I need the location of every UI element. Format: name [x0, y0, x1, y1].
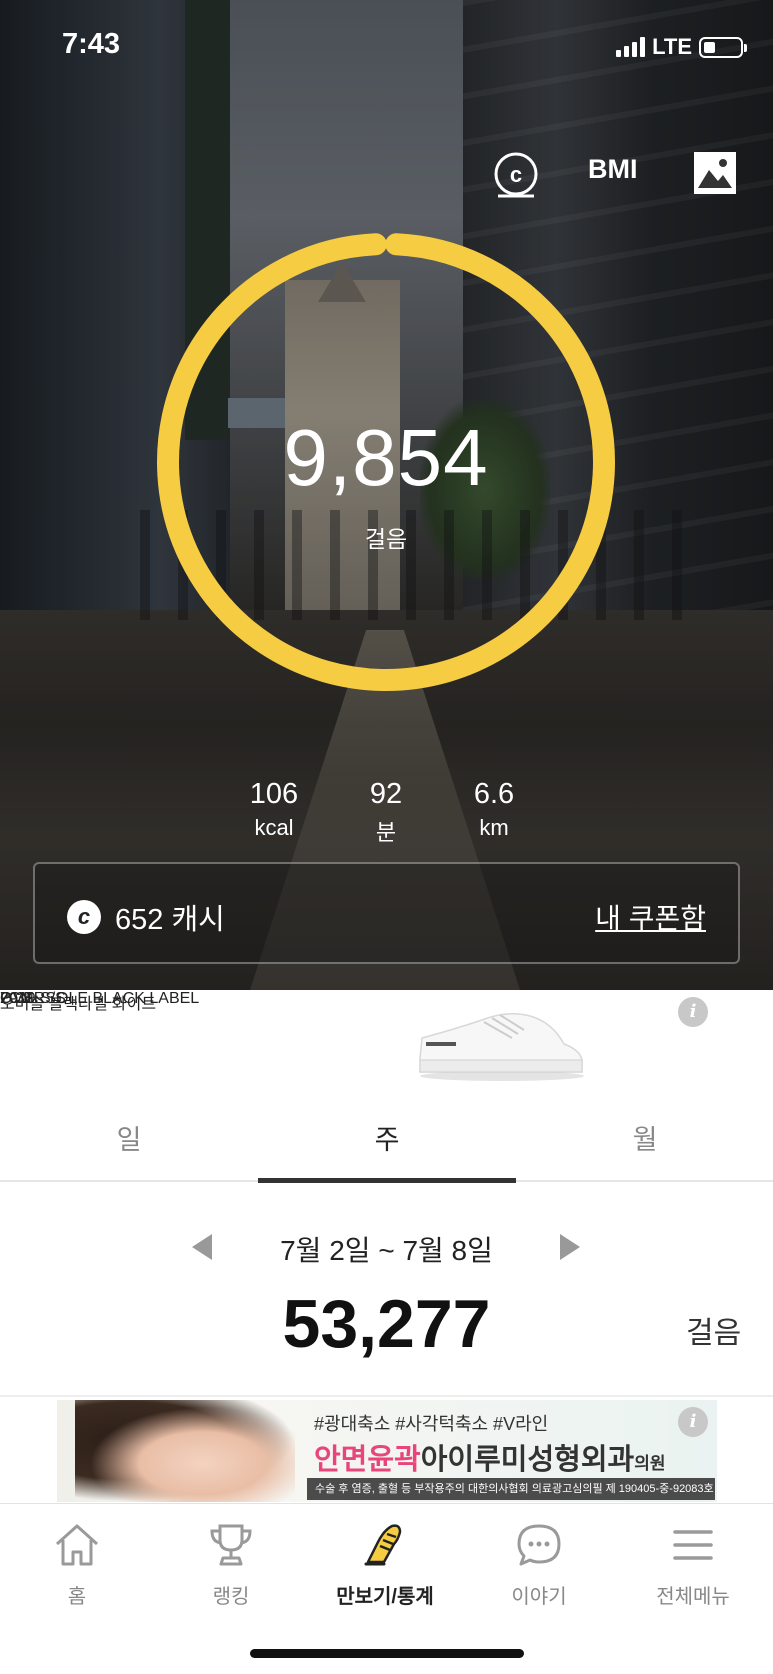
tab-week[interactable]: 주 [258, 1118, 516, 1157]
nav-pedometer[interactable]: 만보기/통계 [308, 1520, 462, 1609]
tab-month[interactable]: 월 [516, 1118, 773, 1157]
ad-heel-height: 7CM [0, 990, 34, 1007]
distance-unit: km [479, 815, 509, 840]
coupon-box-link[interactable]: 내 쿠폰함 [595, 897, 706, 937]
nav-home[interactable]: 홈 [0, 1520, 154, 1609]
nav-story-label: 이야기 [511, 1586, 567, 1608]
image-icon[interactable] [692, 150, 738, 196]
cash-balance-bar[interactable]: c 652 캐시 내 쿠폰함 [33, 862, 740, 964]
step-unit: 걸음 [364, 526, 408, 552]
minutes-stat: 92 분 [326, 778, 446, 847]
calories-unit: kcal [254, 815, 294, 840]
nav-all-menu[interactable]: 전체메뉴 [616, 1520, 770, 1609]
cash-amount: 652 캐시 [115, 904, 225, 936]
next-week-arrow-icon[interactable] [560, 1234, 580, 1260]
weekly-step-unit: 걸음 [686, 1317, 742, 1350]
sneaker-image [419, 1013, 584, 1081]
calories-value: 106 [249, 778, 299, 810]
date-range: 7월 2일 ~ 7월 8일 [280, 1235, 493, 1266]
cash-c-icon[interactable]: c [492, 152, 540, 200]
shoe-icon [364, 1524, 402, 1566]
distance-stat: 6.6 km [434, 778, 554, 841]
clinic-ad-banner[interactable]: #광대축소 #사각턱축소 #V라인 안면윤곽아이루미성형외과의원 수술 후 염증… [57, 1400, 717, 1502]
nav-all-menu-label: 전체메뉴 [656, 1586, 730, 1608]
calories-stat: 106 kcal [214, 778, 334, 841]
ad-model-photo [75, 1400, 295, 1502]
minutes-unit: 분 [375, 820, 397, 845]
nav-ranking-label: 랭킹 [212, 1586, 250, 1608]
battery-icon [699, 36, 747, 58]
nav-pedometer-label: 만보기/통계 [336, 1586, 434, 1608]
distance-value: 6.6 [473, 778, 515, 810]
cash-coin-icon: c [67, 900, 101, 934]
status-indicators: LTE [616, 34, 747, 60]
nav-story[interactable]: 이야기 [462, 1520, 616, 1609]
nav-ranking[interactable]: 랭킹 [154, 1520, 308, 1609]
period-tabs: 일 주 월 [0, 1100, 773, 1182]
clinic-ad-info-icon[interactable]: i [678, 1407, 708, 1437]
ad-headline: 안면윤곽아이루미성형외과의원 [314, 1436, 665, 1478]
divider [0, 1395, 773, 1397]
chat-bubble-icon [517, 1524, 561, 1566]
ad-headline-clinic: 아이루미성형외과 [420, 1444, 635, 1476]
ad-hashtags: #광대축소 #사각턱축소 #V라인 [314, 1414, 549, 1434]
ad-disclaimer: 수술 후 염증, 출혈 등 부작용주의 대한의사협회 의료광고심의필 제 190… [307, 1478, 715, 1500]
minutes-value: 92 [369, 778, 403, 810]
tab-day[interactable]: 일 [0, 1118, 258, 1157]
status-time: 7:43 [62, 28, 121, 60]
hamburger-menu-icon [673, 1530, 713, 1560]
home-icon [55, 1524, 99, 1566]
step-count: 9,854 [283, 413, 489, 502]
ad-headline-procedure: 안면윤곽 [314, 1444, 421, 1476]
trophy-icon [210, 1524, 252, 1566]
weekly-step-total: 53,277 [282, 1286, 491, 1362]
bmi-button[interactable]: BMI [588, 154, 638, 185]
ad-info-icon[interactable]: i [678, 997, 708, 1027]
signal-icon [616, 37, 646, 57]
active-tab-indicator [258, 1178, 516, 1183]
ad-headline-suffix: 의원 [634, 1454, 666, 1473]
nav-home-label: 홈 [67, 1586, 87, 1608]
home-indicator [250, 1649, 524, 1658]
network-label: LTE [652, 34, 692, 59]
svg-text:c: c [510, 162, 522, 187]
previous-week-arrow-icon[interactable] [192, 1234, 212, 1260]
